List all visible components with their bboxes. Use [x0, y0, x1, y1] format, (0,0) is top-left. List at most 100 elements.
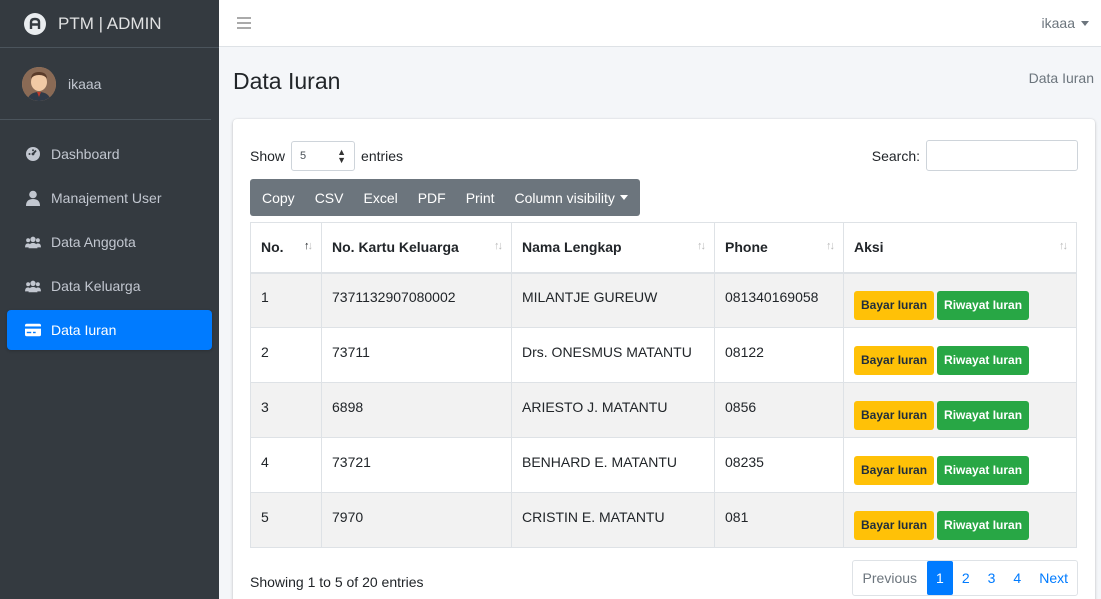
cell-kartu-keluarga: 7970 — [321, 492, 512, 548]
riwayat-iuran-button[interactable]: Riwayat Iuran — [937, 510, 1030, 540]
column-header-label: No. Kartu Keluarga — [332, 239, 459, 256]
sidebar-item-data-anggota[interactable]: Data Anggota — [7, 222, 212, 262]
user-icon — [25, 190, 41, 206]
dashboard-icon — [25, 146, 41, 162]
sort-icon: ↑↓ — [826, 240, 835, 252]
print-button[interactable]: Print — [456, 179, 505, 216]
sidebar-item-manajement-user[interactable]: Manajement User — [7, 178, 212, 218]
cell-nama: BENHARD E. MATANTU — [511, 437, 715, 493]
table-row: 4 73721 BENHARD E. MATANTU 08235 Bayar I… — [250, 437, 1077, 493]
cell-no: 3 — [250, 382, 322, 438]
cell-aksi: Bayar Iuran Riwayat Iuran — [843, 437, 1077, 493]
search-input[interactable] — [926, 140, 1078, 171]
bayar-iuran-button[interactable]: Bayar Iuran — [854, 455, 935, 485]
pagination-page-2[interactable]: 2 — [953, 561, 979, 595]
page-length-select[interactable]: 5 ▲ ▼ — [291, 141, 356, 171]
sidebar-item-label: Manajement User — [51, 190, 162, 206]
data-card: Show 5 ▲ ▼ entries Search: Copy CSV Excel… — [233, 119, 1095, 599]
sidebar-item-data-keluarga[interactable]: Data Keluarga — [7, 266, 212, 306]
cell-nama: CRISTIN E. MATANTU — [511, 492, 715, 548]
riwayat-iuran-button[interactable]: Riwayat Iuran — [937, 400, 1030, 430]
pagination-page-4[interactable]: 4 — [1004, 561, 1030, 595]
column-header-no[interactable]: No. ↑↓ — [250, 222, 322, 274]
sort-icon: ↑↓ — [697, 240, 706, 252]
cell-kartu-keluarga: 6898 — [321, 382, 512, 438]
csv-button[interactable]: CSV — [305, 179, 354, 216]
sidebar-item-label: Dashboard — [51, 146, 120, 162]
cell-no: 4 — [250, 437, 322, 493]
column-visibility-label: Column visibility — [514, 189, 615, 206]
table-row: 3 6898 ARIESTO J. MATANTU 0856 Bayar Iur… — [250, 382, 1077, 438]
column-header-label: No. — [261, 239, 284, 256]
cell-nama: MILANTJE GUREUW — [511, 272, 715, 328]
card-icon — [25, 322, 41, 338]
cell-aksi: Bayar Iuran Riwayat Iuran — [843, 492, 1077, 548]
pdf-button[interactable]: PDF — [408, 179, 456, 216]
cell-phone: 08122 — [714, 327, 844, 383]
breadcrumb[interactable]: Data Iuran — [1029, 70, 1094, 86]
column-header-phone[interactable]: Phone ↑↓ — [714, 222, 844, 274]
sidebar-item-data-iuran[interactable]: Data Iuran — [7, 310, 212, 350]
cell-no: 5 — [250, 492, 322, 548]
export-button-group: Copy CSV Excel PDF Print Column visibili… — [250, 179, 640, 216]
menu-toggle-icon[interactable] — [237, 17, 251, 29]
column-header-label: Aksi — [854, 239, 884, 256]
bayar-iuran-button[interactable]: Bayar Iuran — [854, 400, 935, 430]
users-icon — [25, 234, 41, 250]
bayar-iuran-button[interactable]: Bayar Iuran — [854, 510, 935, 540]
cell-phone: 0856 — [714, 382, 844, 438]
column-header-nama[interactable]: Nama Lengkap ↑↓ — [511, 222, 715, 274]
bayar-iuran-button[interactable]: Bayar Iuran — [854, 290, 935, 320]
sidebar-nav: Dashboard Manajement User Data Anggota D… — [0, 134, 219, 350]
users-icon — [25, 278, 41, 294]
bayar-iuran-button[interactable]: Bayar Iuran — [854, 345, 935, 375]
cell-nama: ARIESTO J. MATANTU — [511, 382, 715, 438]
riwayat-iuran-button[interactable]: Riwayat Iuran — [937, 455, 1030, 485]
cell-phone: 08235 — [714, 437, 844, 493]
column-header-kartu-keluarga[interactable]: No. Kartu Keluarga ↑↓ — [321, 222, 512, 274]
column-header-label: Nama Lengkap — [522, 239, 622, 256]
user-dropdown-label: ikaaa — [1041, 15, 1075, 31]
riwayat-iuran-button[interactable]: Riwayat Iuran — [937, 345, 1030, 375]
search-label: Search: — [871, 147, 920, 164]
sort-icon: ↑↓ — [494, 240, 503, 252]
user-dropdown[interactable]: ikaaa — [1042, 15, 1089, 31]
brand-title: PTM | ADMIN — [58, 13, 162, 33]
cell-aksi: Bayar Iuran Riwayat Iuran — [843, 382, 1077, 438]
pagination-page-3[interactable]: 3 — [979, 561, 1005, 595]
excel-button[interactable]: Excel — [353, 179, 407, 216]
cell-nama: Drs. ONESMUS MATANTU — [511, 327, 715, 383]
pagination: Previous 1 2 3 4 Next — [851, 560, 1078, 596]
sidebar-item-label: Data Iuran — [51, 322, 117, 338]
avatar — [22, 66, 56, 101]
caret-down-icon — [619, 195, 628, 200]
user-panel[interactable]: ikaaa — [0, 48, 211, 120]
caret-down-icon — [1081, 20, 1089, 26]
cell-aksi: Bayar Iuran Riwayat Iuran — [843, 327, 1077, 383]
show-label: Show — [250, 148, 286, 164]
brand-logo-icon — [24, 12, 46, 35]
column-header-label: Phone — [725, 239, 768, 256]
column-visibility-button[interactable]: Column visibility — [505, 179, 640, 216]
pagination-next[interactable]: Next — [1030, 561, 1077, 595]
sidebar-item-label: Data Keluarga — [51, 278, 141, 294]
table-row: 5 7970 CRISTIN E. MATANTU 081 Bayar Iura… — [250, 492, 1077, 548]
pagination-page-1[interactable]: 1 — [927, 561, 953, 595]
sidebar-item-dashboard[interactable]: Dashboard — [7, 134, 212, 174]
sidebar: PTM | ADMIN ikaaa Dashboard Manajement U… — [0, 0, 219, 599]
page-length-control: Show 5 ▲ ▼ entries — [250, 141, 403, 171]
column-header-aksi[interactable]: Aksi ↑↓ — [843, 222, 1077, 274]
page-title: Data Iuran — [233, 68, 341, 94]
select-arrows-icon: ▲ ▼ — [337, 147, 347, 165]
brand[interactable]: PTM | ADMIN — [0, 0, 219, 48]
entries-label: entries — [361, 148, 404, 164]
pagination-previous[interactable]: Previous — [853, 561, 927, 595]
copy-button[interactable]: Copy — [250, 179, 305, 216]
cell-kartu-keluarga: 73721 — [321, 437, 512, 493]
table-info: Showing 1 to 5 of 20 entries — [250, 574, 424, 590]
riwayat-iuran-button[interactable]: Riwayat Iuran — [937, 290, 1030, 320]
table-header-row: No. ↑↓ No. Kartu Keluarga ↑↓ Nama Lengkap ↑… — [250, 222, 1077, 274]
topbar: ikaaa — [219, 0, 1101, 47]
sort-asc-icon: ↑↓ — [304, 240, 313, 252]
sort-icon: ↑↓ — [1059, 240, 1068, 252]
